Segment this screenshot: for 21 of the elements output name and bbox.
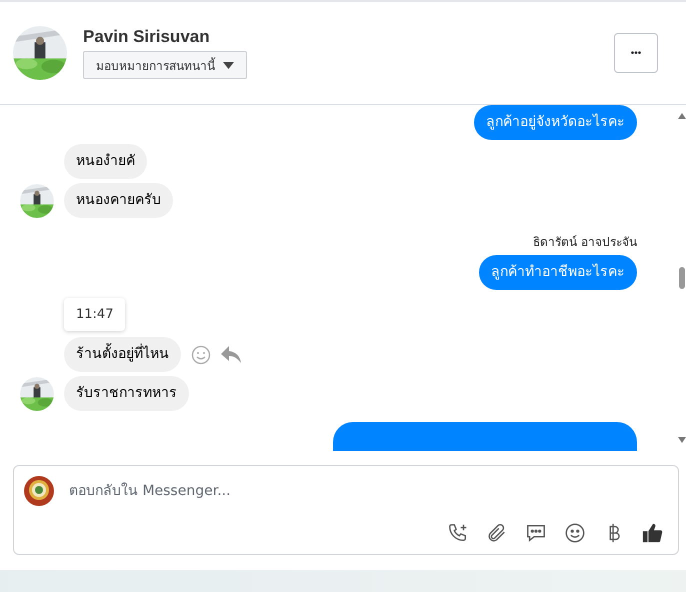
scrollbar-thumb[interactable] bbox=[679, 267, 685, 289]
message-bubble: หนองคายครับ bbox=[64, 183, 173, 218]
assign-dropdown[interactable]: มอบหมายการสนทนานี้ bbox=[83, 51, 247, 79]
message-bubble: ลูกค้าทำอาชีพอะไรคะ bbox=[479, 255, 637, 290]
more-button[interactable]: ••• bbox=[614, 33, 658, 73]
message-bubble: ลูกค้าอยู่จังหวัดอะไรคะ bbox=[474, 105, 637, 140]
scroll-down-icon[interactable] bbox=[678, 437, 686, 443]
timestamp: 11:47 bbox=[64, 298, 126, 331]
message-bubble: ร้านตั้งอยู่ที่ไหน bbox=[64, 337, 181, 372]
logo-icon bbox=[24, 476, 54, 506]
like-icon[interactable] bbox=[642, 522, 664, 544]
phone-add-icon[interactable] bbox=[447, 522, 469, 544]
chat-icon[interactable] bbox=[525, 522, 547, 544]
scroll-up-icon[interactable] bbox=[678, 113, 686, 119]
message-bubble: หนองํายคั bbox=[64, 144, 147, 179]
reply-icon[interactable] bbox=[221, 346, 241, 364]
message-bubble: รับราชการทหาร bbox=[64, 376, 189, 411]
contact-name: Pavin Sirisuvan bbox=[83, 27, 211, 47]
sender-name: ธิดารัตน์ อาจประจัน bbox=[533, 234, 637, 251]
caret-icon bbox=[223, 62, 234, 68]
emoji-icon[interactable] bbox=[564, 522, 586, 544]
